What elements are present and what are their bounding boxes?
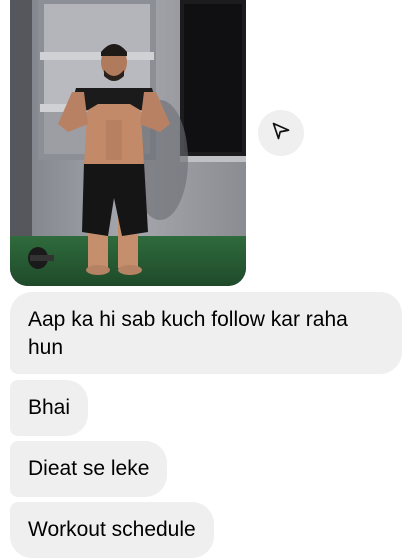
message-text: Dieat se leke	[28, 457, 150, 480]
chat-screen: Aap ka hi sab kuch follow kar raha hun B…	[0, 0, 420, 560]
workout-photo	[10, 0, 246, 286]
message-text: Aap ka hi sab kuch follow kar raha hun	[28, 308, 348, 359]
photo-message[interactable]	[10, 0, 246, 286]
message-bubble[interactable]: Workout schedule	[10, 502, 214, 558]
share-button[interactable]	[258, 110, 304, 156]
paper-plane-icon	[271, 121, 291, 146]
message-bubble[interactable]: Aap ka hi sab kuch follow kar raha hun	[10, 292, 402, 374]
message-bubble[interactable]: Dieat se leke	[10, 441, 168, 497]
message-text: Workout schedule	[28, 518, 196, 541]
message-bubble[interactable]: Bhai	[10, 380, 89, 436]
message-text: Bhai	[28, 396, 71, 419]
